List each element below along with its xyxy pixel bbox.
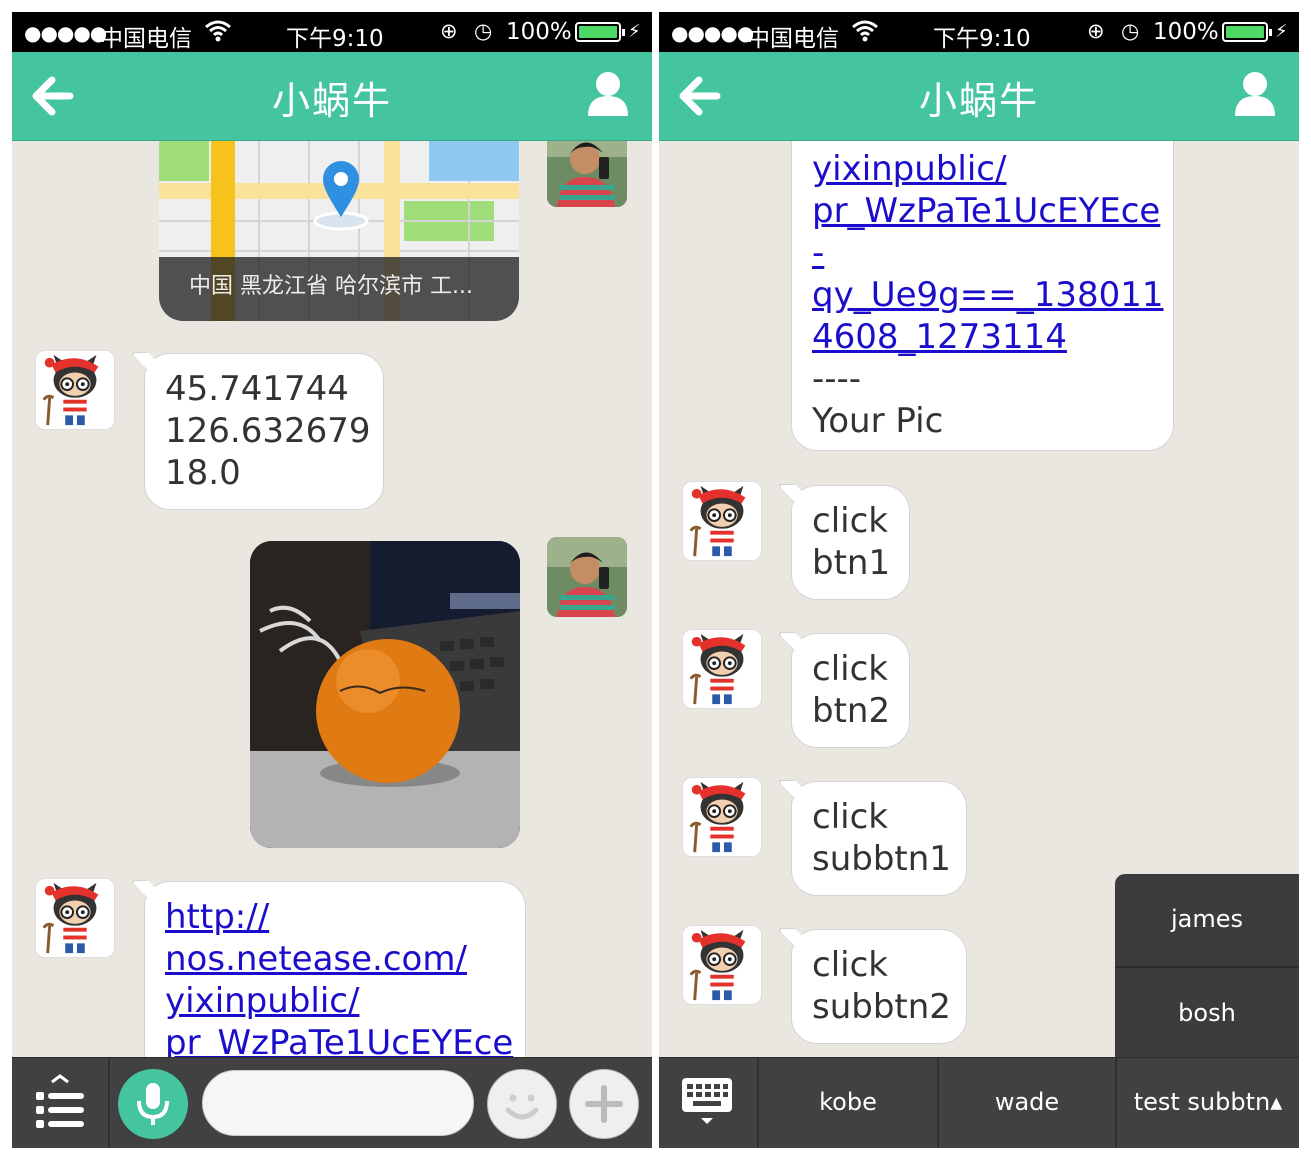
bot-avatar[interactable] (682, 629, 762, 709)
reply-text: click (812, 945, 888, 985)
my-avatar[interactable] (547, 141, 627, 207)
wifi-icon (204, 18, 232, 48)
menu-item-wade[interactable]: wade (937, 1058, 1115, 1148)
wifi-icon (851, 18, 879, 48)
input-toolbar (12, 1057, 652, 1148)
alarm-icon: ◷ (1121, 19, 1140, 43)
bot-avatar[interactable] (35, 878, 115, 958)
menu-item-test-subbtn[interactable]: test subbtn▴ (1115, 1058, 1299, 1148)
reply-message[interactable]: click subbtn1 (775, 780, 967, 896)
rotation-lock-icon: ⊕ (1087, 19, 1105, 43)
reply-text: click (812, 501, 888, 541)
menu-toggle-icon[interactable] (12, 1058, 110, 1148)
status-bar: ●●●●● 中国电信 下午9:10 ⊕ ◷ 100% ⚡ (659, 12, 1299, 52)
keyboard-icon[interactable] (659, 1058, 757, 1148)
location-map-message[interactable]: 中国 黑龙江省 哈尔滨市 工... (159, 141, 519, 321)
battery-icon (575, 22, 625, 42)
message-link[interactable]: yixinpublic/ (165, 981, 359, 1021)
charging-icon: ⚡ (628, 21, 641, 42)
reply-message[interactable]: click btn1 (775, 484, 910, 600)
reply-text: subbtn2 (812, 987, 951, 1027)
signal-strength: ●●●●● (24, 21, 107, 45)
message-link[interactable]: http:// (165, 897, 269, 937)
message-link[interactable]: yixinpublic/ (812, 149, 1006, 189)
battery-icon (1222, 22, 1272, 42)
page-title: 小蜗牛 (271, 79, 392, 123)
reply-text: btn2 (812, 691, 891, 731)
reply-text: btn1 (812, 543, 891, 583)
carrier-name: 中国电信 (747, 26, 839, 52)
clock-time: 下午9:10 (286, 26, 384, 52)
carrier-name: 中国电信 (100, 26, 192, 52)
bot-avatar[interactable] (682, 481, 762, 561)
message-link[interactable]: pr_WzPaTe1UcEYEce (165, 1023, 513, 1058)
photo-message[interactable] (250, 541, 520, 848)
message-link[interactable]: - (812, 233, 824, 273)
reply-text: click (812, 649, 888, 689)
contact-profile-icon[interactable] (586, 70, 630, 118)
reply-text: subbtn1 (812, 839, 951, 879)
status-bar: ●●●●● 中国电信 下午9:10 ⊕ ◷ 100% ⚡ (12, 12, 652, 52)
reply-message[interactable]: click btn2 (775, 632, 910, 748)
bot-avatar[interactable] (35, 350, 115, 430)
message-link[interactable]: pr_WzPaTe1UcEYEce (812, 191, 1160, 231)
longitude-text: 126.632679 (165, 411, 371, 451)
battery-percent: 100% (1153, 19, 1219, 45)
link-message[interactable]: http:// nos.netease.com/ yixinpublic/ pr… (128, 880, 526, 1058)
signal-strength: ●●●●● (671, 21, 754, 45)
bot-avatar[interactable] (682, 925, 762, 1005)
reply-message[interactable]: click subbtn2 (775, 928, 967, 1044)
message-input[interactable] (202, 1070, 474, 1136)
separator-text: ---- (812, 359, 862, 399)
add-attachment-icon[interactable] (569, 1069, 639, 1139)
link-message[interactable]: yixinpublic/ pr_WzPaTe1UcEYEce - qy_Ue9g… (791, 141, 1174, 451)
your-pic-text: Your Pic (812, 401, 944, 441)
orange-photo (250, 541, 520, 848)
submenu-popup: james bosh (1115, 874, 1299, 1058)
latitude-text: 45.741744 (165, 369, 349, 409)
clock-time: 下午9:10 (933, 26, 1031, 52)
nav-bar: 小蜗牛 (659, 52, 1299, 141)
phone-screen-right: ●●●●● 中国电信 下午9:10 ⊕ ◷ 100% ⚡ 小蜗牛 yixinpu… (659, 12, 1299, 1148)
phone-screen-left: ●●●●● 中国电信 下午9:10 ⊕ ◷ 100% ⚡ 小蜗牛 中国 黑龙江省… (12, 12, 652, 1148)
microphone-icon[interactable] (118, 1069, 188, 1139)
emoji-icon[interactable] (487, 1069, 557, 1139)
my-avatar[interactable] (547, 537, 627, 617)
submenu-item-bosh[interactable]: bosh (1115, 968, 1299, 1058)
message-link[interactable]: qy_Ue9g==_138011 (812, 275, 1164, 315)
battery-percent: 100% (506, 19, 572, 45)
bot-avatar[interactable] (682, 777, 762, 857)
coords-message[interactable]: 45.741744 126.632679 18.0 (128, 352, 384, 510)
page-title: 小蜗牛 (918, 79, 1039, 123)
chat-area[interactable]: 中国 黑龙江省 哈尔滨市 工... 45.741744 126.632679 1… (12, 141, 652, 1058)
charging-icon: ⚡ (1275, 21, 1288, 42)
message-link[interactable]: 4608_1273114 (812, 317, 1067, 357)
message-link[interactable]: nos.netease.com/ (165, 939, 467, 979)
submenu-item-james[interactable]: james (1115, 874, 1299, 964)
precision-text: 18.0 (165, 453, 241, 493)
custom-menu-bar: kobe wade test subbtn▴ (659, 1057, 1299, 1148)
rotation-lock-icon: ⊕ (440, 19, 458, 43)
alarm-icon: ◷ (474, 19, 493, 43)
nav-bar: 小蜗牛 (12, 52, 652, 141)
reply-text: click (812, 797, 888, 837)
map-address-caption: 中国 黑龙江省 哈尔滨市 工... (159, 257, 519, 321)
contact-profile-icon[interactable] (1233, 70, 1277, 118)
menu-item-kobe[interactable]: kobe (757, 1058, 937, 1148)
